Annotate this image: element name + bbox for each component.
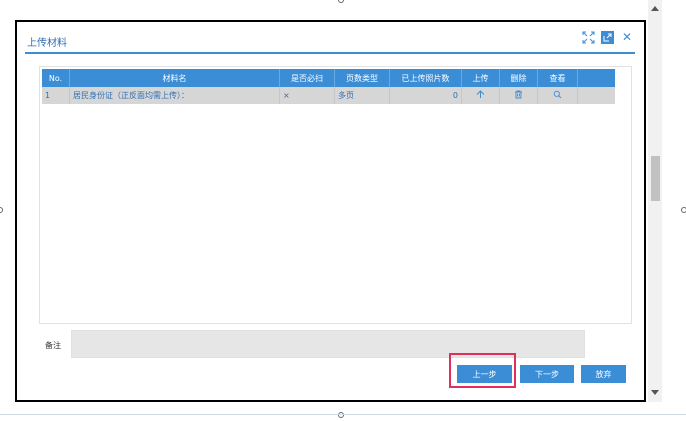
- header-page-type: 页数类型: [335, 69, 390, 87]
- close-icon[interactable]: ✕: [620, 30, 634, 44]
- header-required: 是否必扫: [280, 69, 335, 87]
- cell-view: [538, 87, 578, 104]
- scroll-up-icon[interactable]: [651, 6, 659, 11]
- page-scrollbar[interactable]: [648, 0, 662, 402]
- table-row[interactable]: 1 居民身份证（正反面均需上传）： × 多页 0: [42, 87, 615, 104]
- expand-icon[interactable]: [581, 30, 595, 44]
- remark-label: 备注: [45, 341, 61, 350]
- bottom-edge: [0, 414, 686, 415]
- table-header: No. 材料名 是否必扫 页数类型 已上传照片数 上传 删除 查看: [42, 69, 615, 87]
- materials-table-frame: No. 材料名 是否必扫 页数类型 已上传照片数 上传 删除 查看 1 居民身份…: [39, 66, 632, 324]
- header-upload: 上传: [462, 69, 500, 87]
- upload-materials-dialog: 上传材料 ✕ No. 材料名 是否必扫 页数类型 已上传照片数 上传 删除 查看…: [15, 20, 646, 402]
- next-step-button[interactable]: 下一步: [520, 365, 574, 383]
- cell-page-type: 多页: [335, 87, 390, 104]
- cell-required: ×: [280, 87, 335, 104]
- cell-no: 1: [42, 87, 70, 104]
- title-divider: [25, 52, 635, 54]
- scroll-thumb[interactable]: [651, 156, 660, 201]
- magnifier-icon[interactable]: [553, 90, 562, 102]
- abandon-button[interactable]: 放弃: [581, 365, 626, 383]
- scroll-down-icon[interactable]: [651, 390, 659, 395]
- cell-delete: [500, 87, 538, 104]
- resize-handle-left[interactable]: [0, 207, 3, 213]
- cell-name: 居民身份证（正反面均需上传）：: [70, 87, 280, 104]
- header-no: No.: [42, 69, 70, 87]
- header-delete: 删除: [500, 69, 538, 87]
- header-uploaded-count: 已上传照片数: [390, 69, 462, 87]
- materials-table: No. 材料名 是否必扫 页数类型 已上传照片数 上传 删除 查看 1 居民身份…: [42, 69, 615, 104]
- upload-arrow-icon[interactable]: [476, 89, 485, 102]
- resize-handle-bottom[interactable]: [338, 412, 344, 418]
- prev-step-button[interactable]: 上一步: [457, 365, 512, 383]
- popout-icon[interactable]: [601, 30, 614, 44]
- cell-upload: [462, 87, 500, 104]
- dialog-controls: ✕: [581, 30, 634, 44]
- resize-handle-right[interactable]: [681, 207, 686, 213]
- header-view: 查看: [538, 69, 578, 87]
- dialog-title: 上传材料: [27, 38, 67, 49]
- trash-icon[interactable]: [514, 90, 523, 102]
- header-name: 材料名: [70, 69, 280, 87]
- cell-uploaded-count: 0: [390, 87, 462, 104]
- resize-handle-top[interactable]: [338, 0, 344, 3]
- page: 上传材料 ✕ No. 材料名 是否必扫 页数类型 已上传照片数 上传 删除 查看…: [0, 0, 686, 421]
